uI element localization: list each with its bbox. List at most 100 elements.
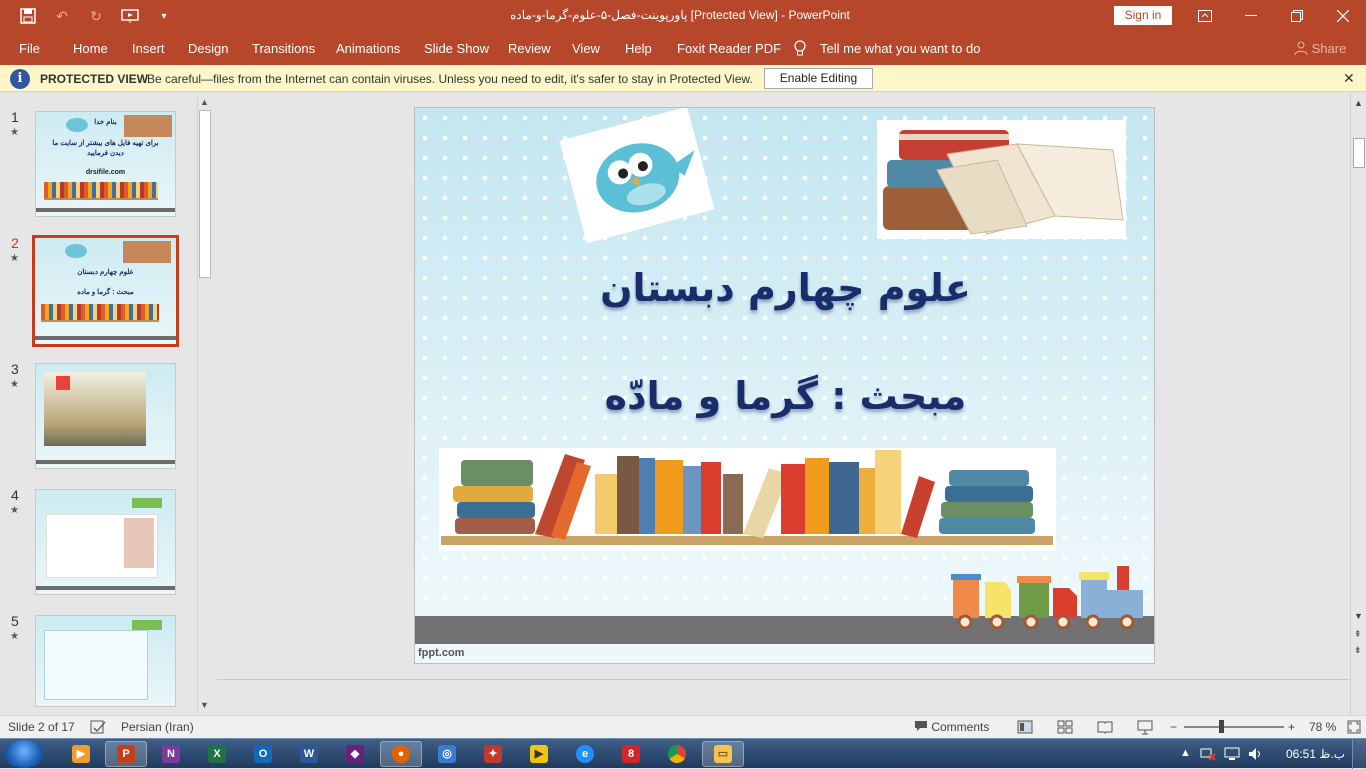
- thumb-number: 2: [11, 235, 19, 251]
- screenshot-app-icon[interactable]: ◎: [426, 741, 468, 767]
- volume-icon[interactable]: [1248, 747, 1264, 764]
- zoom-slider-knob[interactable]: [1219, 720, 1224, 733]
- chrome-app-icon[interactable]: [656, 741, 698, 767]
- powerpoint-app-icon[interactable]: P: [105, 741, 147, 767]
- enable-editing-button[interactable]: Enable Editing: [764, 68, 873, 89]
- slide-thumbnail-5[interactable]: [35, 615, 176, 707]
- customize-qat-icon[interactable]: ▾: [154, 6, 174, 26]
- share-button[interactable]: Share: [1294, 41, 1346, 56]
- slide-counter: Slide 2 of 17: [8, 720, 75, 734]
- floor-strip: [35, 336, 176, 340]
- sign-in-button[interactable]: Sign in: [1114, 6, 1172, 25]
- tab-home[interactable]: Home: [73, 41, 108, 56]
- game-app-icon[interactable]: ✦: [472, 741, 514, 767]
- thumb-text: علوم چهارم دبستان: [77, 269, 134, 276]
- next-slide-icon[interactable]: ⇟: [1354, 645, 1362, 656]
- file-explorer-app-icon[interactable]: ▭: [702, 741, 744, 767]
- start-from-beginning-icon[interactable]: [120, 6, 140, 26]
- show-desktop-button[interactable]: [1352, 739, 1366, 769]
- close-window-button[interactable]: [1320, 0, 1366, 32]
- fit-to-window-icon[interactable]: [1346, 719, 1362, 735]
- slide-scrollbar[interactable]: ▲ ▼ ⇞ ⇟: [1350, 93, 1366, 715]
- zoom-out-icon[interactable]: −: [1170, 720, 1177, 734]
- slide-sorter-icon[interactable]: [1057, 719, 1073, 735]
- language-indicator[interactable]: Persian (Iran): [121, 720, 194, 734]
- excel-app-icon[interactable]: X: [196, 741, 238, 767]
- zoom-slider[interactable]: [1184, 726, 1284, 728]
- animation-star-icon: ★: [10, 631, 19, 642]
- visual-studio-app-icon[interactable]: ◆: [334, 741, 376, 767]
- reading-view-icon[interactable]: [1097, 719, 1113, 735]
- internet-explorer-app-icon[interactable]: e: [564, 741, 606, 767]
- cars-image: [132, 620, 162, 630]
- media-player-app-icon[interactable]: ▶: [60, 741, 102, 767]
- previous-slide-icon[interactable]: ⇞: [1354, 629, 1362, 640]
- outlook-app-icon[interactable]: O: [242, 741, 284, 767]
- slide-thumbnail-2[interactable]: علوم چهارم دبستان مبحث : گرما و ماده: [32, 235, 179, 347]
- tab-review[interactable]: Review: [508, 41, 551, 56]
- windows-taskbar: ▶ P N X O W ◆ ● ◎ ✦ ▶ e 8 ▭ ▲ 06:51 ب.ظ: [0, 738, 1366, 769]
- firefox-app-icon[interactable]: ●: [380, 741, 422, 767]
- books-image: [123, 241, 171, 263]
- comments-label: Comments: [931, 720, 990, 734]
- slide-subtitle[interactable]: مبحث : گرما و مادّه: [415, 374, 1154, 418]
- slide-thumbnail-1[interactable]: بنام خدا برای تهیه فایل های بیشتر از سای…: [35, 111, 176, 217]
- comments-button[interactable]: Comments: [914, 720, 989, 734]
- title-bar: ↶ ↻ ▾ پاورپوینت-فصل-۵-علوم-گرما-و-ماده […: [0, 0, 1366, 32]
- share-label: Share: [1311, 41, 1347, 56]
- scroll-thumb[interactable]: [1353, 138, 1365, 168]
- person-icon: [1294, 41, 1312, 56]
- security-app-icon[interactable]: 8: [610, 741, 652, 767]
- scroll-thumb[interactable]: [199, 110, 211, 278]
- slide-title[interactable]: علوم چهارم دبستان: [415, 266, 1154, 310]
- undo-icon[interactable]: ↶: [52, 6, 72, 26]
- tab-view[interactable]: View: [572, 41, 600, 56]
- scroll-up-icon[interactable]: ▲: [1354, 98, 1363, 108]
- show-hidden-icons-icon[interactable]: ▲: [1180, 747, 1191, 759]
- thumb-number: 1: [11, 109, 19, 125]
- thumbnail-scrollbar[interactable]: ▲ ▼: [197, 96, 211, 713]
- tab-design[interactable]: Design: [188, 41, 228, 56]
- restore-button[interactable]: [1274, 0, 1320, 32]
- scroll-up-icon[interactable]: ▲: [200, 97, 209, 107]
- slideshow-view-icon[interactable]: [1137, 719, 1153, 735]
- bookshelf-image: [44, 182, 158, 200]
- kmplayer-app-icon[interactable]: ▶: [518, 741, 560, 767]
- start-button-icon[interactable]: [4, 740, 44, 768]
- tab-insert[interactable]: Insert: [132, 41, 165, 56]
- onenote-app-icon[interactable]: N: [150, 741, 192, 767]
- tab-help[interactable]: Help: [625, 41, 652, 56]
- ribbon-display-options-icon[interactable]: [1182, 0, 1228, 32]
- zoom-level[interactable]: 78 %: [1309, 720, 1336, 734]
- thumb-text: دیدن فرمایید: [87, 150, 124, 157]
- action-center-icon[interactable]: [1224, 747, 1240, 764]
- scroll-down-icon[interactable]: ▼: [1354, 611, 1363, 621]
- scroll-down-icon[interactable]: ▼: [200, 700, 209, 710]
- tab-transitions[interactable]: Transitions: [252, 41, 315, 56]
- system-clock[interactable]: 06:51 ب.ظ: [1286, 747, 1345, 761]
- tab-foxit[interactable]: Foxit Reader PDF: [677, 41, 781, 56]
- slide-thumbnail-pane: 1 ★ بنام خدا برای تهیه فایل های بیشتر از…: [0, 93, 213, 715]
- tell-me-search[interactable]: Tell me what you want to do: [820, 41, 980, 56]
- word-app-icon[interactable]: W: [288, 741, 330, 767]
- zoom-in-icon[interactable]: +: [1288, 720, 1295, 734]
- slide-thumbnail-4[interactable]: [35, 489, 176, 595]
- floor-strip: [36, 208, 175, 212]
- tab-animations[interactable]: Animations: [336, 41, 400, 56]
- minimize-button[interactable]: [1228, 0, 1274, 32]
- tab-file[interactable]: File: [19, 41, 40, 56]
- normal-view-icon[interactable]: [1017, 719, 1033, 735]
- lightbulb-icon: [793, 40, 807, 58]
- thumb-number: 5: [11, 613, 19, 629]
- network-error-icon[interactable]: [1200, 747, 1216, 764]
- spelling-check-icon[interactable]: [90, 719, 106, 735]
- footer-strip: [415, 644, 1154, 663]
- tab-slide-show[interactable]: Slide Show: [424, 41, 489, 56]
- current-slide[interactable]: علوم چهارم دبستان مبحث : گرما و مادّه fp…: [414, 107, 1155, 664]
- close-icon[interactable]: ✕: [1343, 70, 1355, 87]
- status-bar: Slide 2 of 17 Persian (Iran) Comments − …: [0, 715, 1366, 738]
- window-title: پاورپوینت-فصل-۵-علوم-گرما-و-ماده [Protec…: [510, 8, 850, 22]
- slide-thumbnail-3[interactable]: [35, 363, 176, 469]
- save-icon[interactable]: [18, 6, 38, 26]
- redo-icon[interactable]: ↻: [86, 6, 106, 26]
